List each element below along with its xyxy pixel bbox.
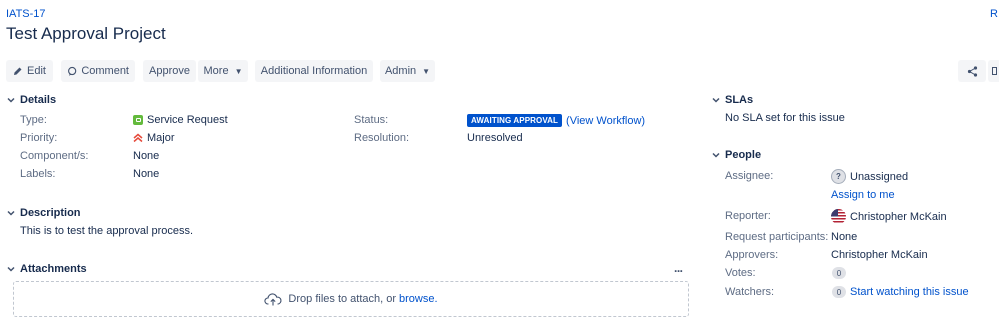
reporter-label: Reporter: — [725, 210, 771, 222]
chevron-down-icon — [7, 97, 15, 103]
type-value: Service Request — [133, 114, 228, 126]
chevron-down-icon: ▼ — [422, 66, 431, 76]
comment-icon — [68, 66, 77, 76]
slas-section-header[interactable]: SLAs — [712, 94, 753, 106]
priority-major-icon — [133, 133, 143, 143]
approvers-value: Christopher McKain — [831, 249, 928, 261]
more-button-label: More — [203, 65, 229, 77]
type-label: Type: — [20, 114, 47, 126]
labels-value: None — [133, 168, 160, 180]
admin-button-label: Admin — [384, 65, 417, 77]
chevron-down-icon — [712, 97, 720, 103]
watchers-label: Watchers: — [725, 286, 775, 298]
assign-to-me-link[interactable]: Assign to me — [831, 189, 895, 201]
description-section-header[interactable]: Description — [7, 207, 81, 219]
people-section-header[interactable]: People — [712, 149, 761, 161]
votes-label: Votes: — [725, 267, 756, 279]
browse-link[interactable]: browse. — [399, 293, 438, 305]
edit-button[interactable]: Edit — [6, 60, 53, 82]
details-section-header[interactable]: Details — [7, 94, 56, 106]
components-value: None — [133, 150, 160, 162]
export-icon — [992, 67, 997, 75]
chevron-down-icon — [7, 266, 15, 272]
request-participants-label: Request participants: — [725, 231, 829, 243]
sla-text: No SLA set for this issue — [725, 112, 845, 124]
additional-information-label: Additional Information — [260, 65, 368, 77]
assignee-value: ? Unassigned — [831, 169, 908, 184]
drop-files-text: Drop files to attach, or — [288, 293, 397, 305]
export-button[interactable] — [988, 60, 999, 82]
people-heading: People — [725, 149, 762, 161]
priority-value: Major — [133, 132, 175, 144]
pencil-icon — [14, 67, 22, 75]
user-avatar-flag-icon — [831, 209, 846, 224]
priority-value-text: Major — [147, 132, 175, 144]
resolution-value: Unresolved — [467, 132, 523, 144]
components-label: Component/s: — [20, 150, 89, 162]
reporter-value: Christopher McKain — [831, 209, 947, 224]
additional-information-button[interactable]: Additional Information — [255, 60, 373, 82]
unassigned-avatar-icon: ? — [831, 169, 846, 184]
view-workflow-link[interactable]: (View Workflow) — [566, 115, 645, 127]
chevron-down-icon — [7, 210, 15, 216]
admin-button[interactable]: Admin ▼ — [380, 60, 435, 82]
comment-button[interactable]: Comment — [61, 60, 135, 82]
approvers-label: Approvers: — [725, 249, 779, 261]
priority-label: Priority: — [20, 132, 58, 144]
watchers-value: 0 Start watching this issue — [832, 286, 969, 298]
status-badge: AWAITING APPROVAL — [467, 114, 563, 127]
more-button[interactable]: More ▼ — [198, 60, 248, 82]
labels-label: Labels: — [20, 168, 56, 180]
description-heading: Description — [20, 207, 81, 219]
start-watching-link[interactable]: Start watching this issue — [850, 286, 969, 298]
status-value: AWAITING APPROVAL (View Workflow) — [467, 114, 645, 127]
votes-value[interactable]: 0 — [832, 267, 846, 279]
description-text: This is to test the approval process. — [20, 225, 194, 237]
edit-button-label: Edit — [27, 65, 46, 77]
reporter-name[interactable]: Christopher McKain — [850, 211, 947, 223]
share-button[interactable] — [958, 60, 986, 82]
service-request-icon — [133, 115, 143, 125]
approve-button-label: Approve — [149, 65, 190, 77]
status-label: Status: — [354, 114, 389, 126]
attachments-more-icon[interactable]: ... — [674, 261, 683, 275]
attachments-section-header[interactable]: Attachments — [7, 263, 87, 275]
slas-heading: SLAs — [725, 94, 754, 106]
request-participants-value: None — [831, 231, 858, 243]
assignee-value-text: Unassigned — [850, 170, 909, 183]
comment-button-label: Comment — [81, 65, 129, 77]
cloud-upload-icon — [264, 292, 282, 305]
type-value-text: Service Request — [147, 114, 228, 126]
chevron-down-icon: ▼ — [234, 66, 243, 76]
top-right-link[interactable]: R — [990, 8, 998, 20]
chevron-down-icon — [712, 152, 720, 158]
approve-button[interactable]: Approve — [143, 60, 196, 82]
assignee-label: Assignee: — [725, 170, 774, 182]
votes-count-badge: 0 — [832, 267, 846, 279]
attachment-dropzone[interactable]: Drop files to attach, or browse. — [13, 281, 689, 317]
page-title: Test Approval Project — [6, 24, 166, 43]
resolution-label: Resolution: — [354, 132, 410, 144]
share-icon — [967, 65, 977, 77]
watchers-count-badge: 0 — [832, 286, 846, 298]
issue-key-link[interactable]: IATS-17 — [6, 8, 46, 20]
details-heading: Details — [20, 94, 57, 106]
attachments-heading: Attachments — [20, 263, 87, 275]
